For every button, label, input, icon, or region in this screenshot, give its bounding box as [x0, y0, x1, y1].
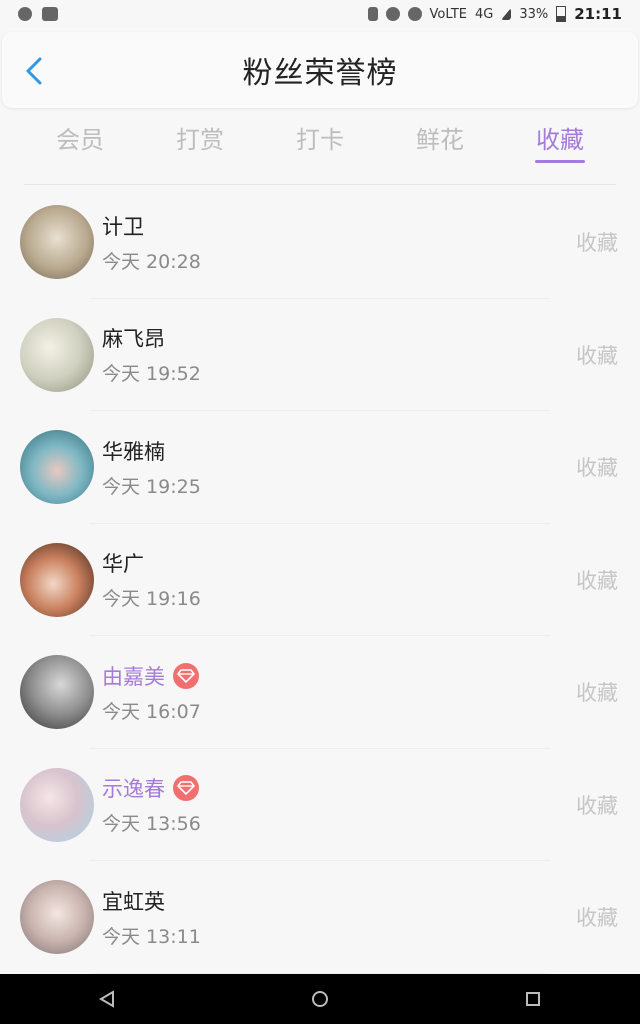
favorite-time: 今天 13:11	[102, 925, 201, 948]
clock: 21:11	[574, 5, 622, 23]
list-item[interactable]: 华广 今天 19:16 收藏	[0, 524, 640, 637]
battery-icon	[556, 6, 567, 22]
fans-list: 计卫 今天 20:28 收藏 麻飞昂 今天 19:52 收藏 华雅楠 今天 19…	[0, 186, 640, 974]
avatar[interactable]	[20, 317, 94, 392]
volte-label: VoLTE	[429, 6, 467, 22]
signal-icon	[501, 8, 512, 20]
list-item[interactable]: 宜虹英 今天 13:11 收藏	[0, 861, 640, 974]
battery-percent: 33%	[519, 6, 549, 22]
vibrate-icon	[367, 7, 378, 21]
favorite-time: 今天 19:16	[102, 588, 201, 611]
action-label: 收藏	[576, 793, 618, 818]
nav-back-button[interactable]	[87, 979, 127, 1019]
avatar[interactable]	[20, 880, 94, 955]
user-name: 麻飞昂	[102, 327, 165, 352]
action-label: 收藏	[576, 906, 618, 931]
avatar[interactable]	[20, 542, 94, 617]
user-name: 宜虹英	[102, 889, 165, 914]
action-label: 收藏	[576, 681, 618, 706]
tab-tip[interactable]: 打赏	[140, 115, 260, 169]
avatar[interactable]	[20, 655, 94, 730]
action-label: 收藏	[576, 231, 618, 256]
network-label: 4G	[474, 6, 494, 22]
back-button[interactable]	[20, 56, 50, 86]
action-label: 收藏	[576, 456, 618, 481]
tabs-divider	[24, 184, 616, 185]
tab-flowers[interactable]: 鲜花	[380, 115, 500, 169]
favorite-time: 今天 13:56	[102, 813, 201, 836]
list-item[interactable]: 示逸春 今天 13:56 收藏	[0, 749, 640, 862]
page-title: 粉丝荣誉榜	[242, 56, 398, 91]
favorite-time: 今天 19:25	[102, 475, 201, 498]
nav-recents-button[interactable]	[513, 979, 553, 1019]
triangle-back-icon	[98, 990, 114, 1008]
circle-home-icon	[311, 991, 328, 1007]
user-name: 由嘉美	[102, 664, 165, 689]
wechat-icon	[18, 7, 32, 21]
nav-home-button[interactable]	[300, 979, 340, 1019]
tab-bar: 会员 打赏 打卡 鲜花 收藏	[20, 112, 620, 172]
list-item[interactable]: 计卫 今天 20:28 收藏	[0, 186, 640, 299]
system-nav-bar	[0, 974, 640, 1024]
list-item[interactable]: 麻飞昂 今天 19:52 收藏	[0, 299, 640, 412]
tab-favorites[interactable]: 收藏	[500, 115, 620, 169]
image-icon	[42, 7, 58, 21]
alarm-icon	[385, 7, 400, 21]
avatar[interactable]	[20, 430, 94, 505]
action-label: 收藏	[576, 568, 618, 593]
status-bar: VoLTE 4G 33% 21:11	[0, 0, 640, 28]
square-recents-icon	[526, 992, 541, 1006]
user-name: 示逸春	[102, 777, 165, 802]
wifi-icon	[407, 7, 422, 21]
user-name: 华广	[102, 552, 144, 577]
diamond-icon	[173, 775, 199, 802]
avatar[interactable]	[20, 767, 94, 842]
list-item[interactable]: 由嘉美 今天 16:07 收藏	[0, 636, 640, 749]
user-name: 华雅楠	[102, 439, 165, 464]
action-label: 收藏	[576, 343, 618, 368]
favorite-time: 今天 20:28	[102, 250, 201, 273]
user-name: 计卫	[102, 214, 144, 239]
status-indicators: VoLTE 4G 33% 21:11	[367, 5, 640, 23]
avatar[interactable]	[20, 205, 94, 280]
tab-checkin[interactable]: 打卡	[260, 115, 380, 169]
list-item[interactable]: 华雅楠 今天 19:25 收藏	[0, 411, 640, 524]
app-header: 粉丝荣誉榜	[2, 32, 638, 108]
chevron-left-icon	[26, 57, 42, 85]
diamond-icon	[173, 662, 199, 689]
tab-member[interactable]: 会员	[20, 115, 140, 169]
favorite-time: 今天 19:52	[102, 363, 201, 386]
favorite-time: 今天 16:07	[102, 700, 201, 723]
status-notifications	[0, 7, 58, 21]
